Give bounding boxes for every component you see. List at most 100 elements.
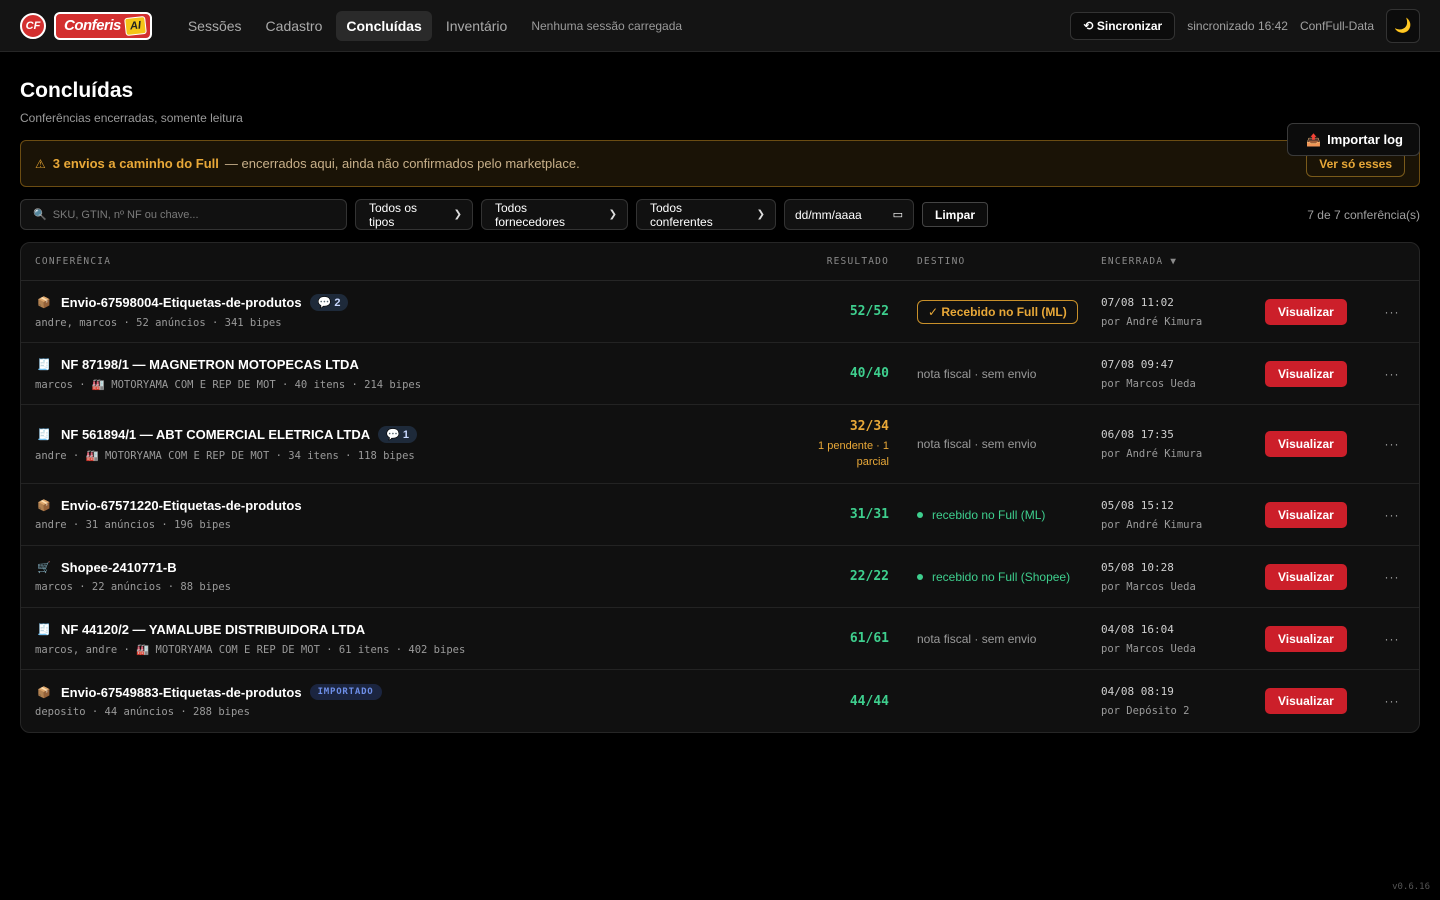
logo-mark[interactable]: CF [20,12,46,39]
table-row[interactable]: 🧾 NF 44120/2 — YAMALUBE DISTRIBUIDORA LT… [21,608,1419,670]
closed-at: 05/08 15:12 [1101,498,1174,512]
closed-by: por André Kimura [1101,518,1203,531]
closed-at: 04/08 08:19 [1101,685,1174,698]
page-header: Concluídas Conferências encerradas, some… [0,79,1440,156]
nav-sessoes[interactable]: Sessões [178,11,252,41]
destination-text: recebido no Full (ML) [932,507,1046,522]
table-row[interactable]: 🛒 Shopee-2410771-B marcos · 22 anúncios … [21,546,1419,608]
table-row[interactable]: 🧾 NF 561894/1 — ABT COMERCIAL ELETRICA L… [21,405,1419,484]
row-result: 31/31 [849,507,889,522]
closed-by: por Marcos Ueda [1101,377,1196,390]
more-options-icon[interactable]: ··· [1365,632,1419,646]
view-button[interactable]: Visualizar [1265,625,1347,652]
destination-text: recebido no Full (Shopee) [932,569,1071,584]
sync-button[interactable]: ⟲ Sincronizar [1070,11,1176,40]
row-meta: marcos · 22 anúncios · 88 bipes [35,581,231,593]
more-options-icon[interactable]: ··· [1365,437,1419,451]
warning-icon: ⚠ [35,156,46,171]
destination-badge: ✓ Recebido no Full (ML) [917,299,1078,324]
more-options-icon[interactable]: ··· [1365,367,1419,381]
more-options-icon[interactable]: ··· [1365,570,1419,584]
col-conferencia[interactable]: CONFERÊNCIA [21,256,809,267]
closed-by: por Depósito 2 [1101,705,1190,717]
full-transit-alert: ⚠ 3 envios a caminho do Full — encerrado… [20,140,1420,187]
type-select[interactable]: Todos os tipos ❯ [355,199,473,230]
table-row[interactable]: 🧾 NF 87198/1 — MAGNETRON MOTOPECAS LTDA … [21,343,1419,405]
closed-by: por Marcos Ueda [1101,642,1196,655]
row-title[interactable]: Shopee-2410771-B [61,560,177,575]
search-input[interactable]: 🔍 SKU, GTIN, nº NF ou chave... [20,199,347,230]
view-button[interactable]: Visualizar [1265,298,1347,325]
destination-status: recebido no Full (ML) [917,508,1101,522]
import-log-button[interactable]: 📤 Importar log [1287,123,1420,156]
view-button[interactable]: Visualizar [1265,501,1347,528]
logo[interactable]: Conferis AI [54,11,152,40]
row-result: 22/22 [849,569,889,584]
nav-inventario[interactable]: Inventário [436,11,517,41]
result-count: 7 de 7 conferência(s) [1307,207,1420,222]
more-options-icon[interactable]: ··· [1365,305,1419,319]
result-note: 1 pendente · 1 parcial [818,439,889,468]
imported-badge: IMPORTADO [309,684,382,700]
view-button[interactable]: Visualizar [1265,360,1347,387]
search-icon: 🔍 [33,209,47,221]
row-result: 61/61 [849,631,889,646]
row-title[interactable]: Envio-67598004-Etiquetas-de-produtos [61,295,302,310]
row-type-icon: 📦 [37,297,51,309]
more-options-icon[interactable]: ··· [1365,508,1419,522]
row-result: 32/34 [849,418,889,434]
row-meta: andre, marcos · 52 anúncios · 341 bipes [35,317,282,329]
more-options-icon[interactable]: ··· [1365,694,1419,708]
table-row[interactable]: 📦 Envio-67549883-Etiquetas-de-produtos I… [21,670,1419,732]
checker-select[interactable]: Todos conferentes ❯ [636,199,776,230]
upload-icon: 📤 [1306,132,1322,147]
view-button[interactable]: Visualizar [1265,431,1347,457]
row-meta: marcos · 🏭 MOTORYAMA COM E REP DE MOT · … [35,378,422,391]
supplier-select[interactable]: Todos fornecedores ❯ [481,199,628,230]
nav-concluidas[interactable]: Concluídas [336,10,432,41]
chevron-down-icon: ❯ [453,209,462,220]
page-title: Concluídas [20,79,134,102]
row-type-icon: 🛒 [37,562,51,574]
clear-filters-button[interactable]: Limpar [922,202,989,227]
row-type-icon: 📦 [37,686,51,699]
alert-strong-text: 3 envios a caminho do Full [52,156,219,171]
row-title[interactable]: Envio-67549883-Etiquetas-de-produtos [61,685,302,700]
completed-table: CONFERÊNCIA RESULTADO DESTINO ENCERRADA … [20,242,1420,733]
row-title[interactable]: Envio-67571220-Etiquetas-de-produtos [61,498,302,513]
col-resultado[interactable]: RESULTADO [809,256,889,267]
row-result: 40/40 [849,366,889,381]
view-button[interactable]: Visualizar [1265,688,1347,714]
comment-count-badge[interactable]: 💬 1 [378,426,418,443]
row-type-icon: 📦 [37,500,51,512]
row-type-icon: 🧾 [37,429,51,441]
table-row[interactable]: 📦 Envio-67571220-Etiquetas-de-produtos a… [21,484,1419,546]
date-input[interactable]: dd/mm/aaaa ▭ [784,199,914,230]
theme-toggle-button[interactable]: 🌙 [1386,8,1420,43]
closed-by: por Marcos Ueda [1101,580,1196,593]
view-button[interactable]: Visualizar [1265,563,1347,590]
row-title[interactable]: NF 561894/1 — ABT COMERCIAL ELETRICA LTD… [61,427,370,442]
row-meta: deposito · 44 anúncios · 288 bipes [35,706,250,718]
top-bar: CF Conferis AI Sessões Cadastro Concluíd… [0,0,1440,52]
closed-at: 06/08 17:35 [1101,428,1174,441]
nav-cadastro[interactable]: Cadastro [256,11,333,41]
row-title[interactable]: NF 44120/2 — YAMALUBE DISTRIBUIDORA LTDA [61,622,365,637]
comment-count-badge[interactable]: 💬 2 [309,294,349,311]
row-meta: andre · 🏭 MOTORYAMA COM E REP DE MOT · 3… [35,450,415,462]
table-row[interactable]: 📦 Envio-67598004-Etiquetas-de-produtos 💬… [21,281,1419,343]
row-result: 52/52 [849,304,889,319]
status-dot [917,573,923,580]
closed-by: por André Kimura [1101,315,1203,328]
destination-status: recebido no Full (Shopee) [917,570,1101,584]
type-select-value: Todos os tipos [369,200,418,229]
checker-select-value: Todos conferentes [650,200,713,229]
closed-at: 07/08 09:47 [1101,357,1174,371]
row-meta: marcos, andre · 🏭 MOTORYAMA COM E REP DE… [35,643,466,656]
col-destino[interactable]: DESTINO [889,256,1101,267]
closed-at: 07/08 11:02 [1101,295,1174,309]
row-title[interactable]: NF 87198/1 — MAGNETRON MOTOPECAS LTDA [61,357,359,372]
row-meta: andre · 31 anúncios · 196 bipes [35,519,231,531]
search-placeholder: SKU, GTIN, nº NF ou chave... [52,208,199,221]
col-encerrada[interactable]: ENCERRADA ▼ [1101,256,1265,267]
